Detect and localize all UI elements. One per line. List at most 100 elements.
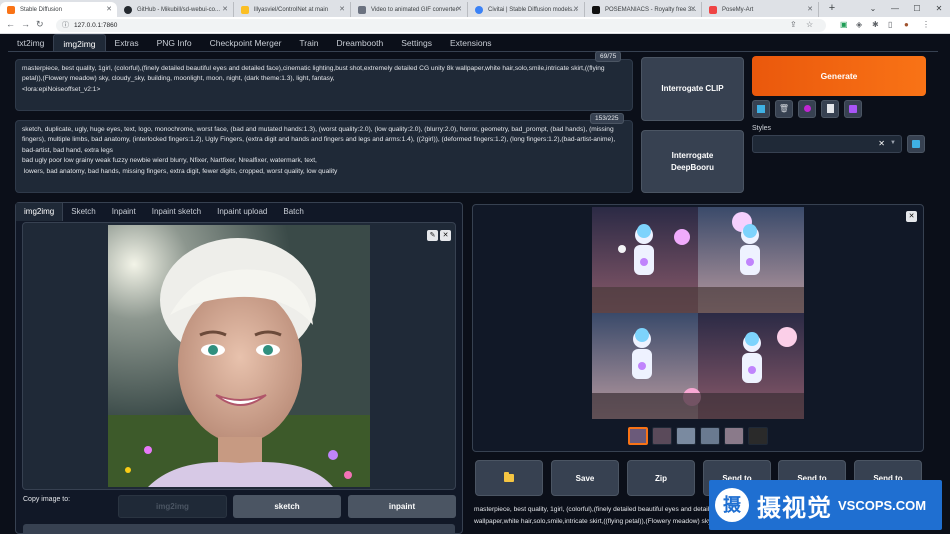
prompt-token-counter: 69/75 — [595, 51, 622, 62]
styles-label: Styles — [752, 125, 772, 132]
scrollbar-track[interactable] — [940, 34, 950, 534]
posemyart-icon — [709, 6, 717, 14]
edit-icon[interactable]: ✎ — [427, 230, 438, 241]
tab-img2img[interactable]: img2img — [53, 34, 106, 52]
tab-title: PoseMy-Art — [722, 6, 754, 13]
subtab-inpaint-upload[interactable]: Inpaint upload — [209, 203, 275, 221]
favicon-icon — [7, 6, 15, 14]
tab-title: Civitai | Stable Diffusion models... — [488, 6, 578, 13]
browser-tab-gif-converter[interactable]: Video to animated GIF converter ✕ — [351, 2, 468, 17]
zip-button[interactable]: Zip — [627, 460, 695, 496]
tab-checkpoint-merger[interactable]: Checkpoint Merger — [201, 34, 291, 52]
info-icon[interactable]: ⓘ — [62, 19, 69, 32]
back-icon[interactable]: ← — [6, 19, 15, 29]
negative-prompt-token-counter: 153/225 — [590, 113, 624, 124]
address-bar-row: ← → ↻ ⓘ 127.0.0.1:7860 ⇪ ☆ ▣ ◈ ✱ ▯ ● ⋮ — [0, 17, 950, 34]
styles-dropdown[interactable]: ✕ ▼ — [752, 135, 902, 153]
close-tab-icon[interactable]: ✕ — [456, 5, 462, 13]
subtab-inpaint-sketch[interactable]: Inpaint sketch — [144, 203, 209, 221]
tab-extensions[interactable]: Extensions — [441, 34, 501, 52]
subtab-inpaint[interactable]: Inpaint — [104, 203, 144, 221]
save-style-icon[interactable] — [844, 100, 862, 118]
close-tab-icon[interactable]: ✕ — [573, 5, 579, 13]
gallery-thumbnail[interactable] — [748, 427, 768, 445]
close-tab-icon[interactable]: ✕ — [690, 5, 696, 13]
browser-tab-bar: Stable Diffusion ✕ GitHub - Mikubill/sd-… — [0, 0, 950, 17]
close-tab-icon[interactable]: ✕ — [106, 5, 112, 13]
browser-tab-controlnet[interactable]: lllyasviel/ControlNet at main ✕ — [234, 2, 351, 17]
copy-to-inpaint-button[interactable]: inpaint — [348, 495, 456, 518]
copy-to-inpaint-sketch-button[interactable] — [23, 524, 455, 534]
browser-tab-posemyart[interactable]: PoseMy-Art ✕ — [702, 2, 819, 17]
interrogate-deepbooru-button[interactable]: Interrogate DeepBooru — [641, 130, 744, 193]
tab-png-info[interactable]: PNG Info — [148, 34, 201, 52]
puzzle-icon[interactable]: ✱ — [872, 20, 879, 29]
close-window-icon[interactable]: ✕ — [928, 0, 950, 17]
minimize-icon[interactable]: — — [884, 0, 906, 17]
watermark: 摄 摄视觉 VSCOPS.COM — [709, 480, 942, 530]
ezgif-icon — [358, 6, 366, 14]
tab-extras[interactable]: Extras — [106, 34, 148, 52]
prompt-textarea[interactable]: masterpiece, best quality, 1girl, (color… — [15, 59, 633, 111]
bookmark-star-icon[interactable]: ☆ — [806, 20, 813, 29]
window-controls: ⌄ — ☐ ✕ — [862, 0, 950, 17]
clipboard-icon[interactable] — [821, 100, 839, 118]
maximize-icon[interactable]: ☐ — [906, 0, 928, 17]
sidebar-icon[interactable]: ▯ — [888, 20, 892, 29]
menu-icon[interactable]: ⋮ — [922, 20, 930, 29]
close-tab-icon[interactable]: ✕ — [807, 5, 813, 13]
tab-search-icon[interactable]: ⌄ — [862, 0, 884, 17]
close-tab-icon[interactable]: ✕ — [222, 5, 228, 13]
reload-icon[interactable]: ↻ — [36, 19, 44, 30]
tab-train[interactable]: Train — [290, 34, 327, 52]
extension-icon[interactable]: ◈ — [856, 20, 862, 29]
share-icon[interactable]: ⇪ — [790, 20, 797, 29]
gallery-thumbnail[interactable] — [628, 427, 648, 445]
copy-to-img2img-button[interactable]: img2img — [118, 495, 227, 518]
close-tab-icon[interactable]: ✕ — [339, 5, 345, 13]
close-icon[interactable]: ✕ — [440, 230, 451, 241]
url-text: 127.0.0.1:7860 — [74, 22, 118, 29]
subtab-sketch[interactable]: Sketch — [63, 203, 103, 221]
watermark-cn-text: 摄视觉 — [757, 494, 832, 522]
tab-txt2img[interactable]: txt2img — [8, 34, 53, 52]
chevron-down-icon: ▼ — [890, 140, 896, 146]
paint-icon[interactable] — [752, 100, 770, 118]
gallery-thumbnail[interactable] — [652, 427, 672, 445]
tab-settings[interactable]: Settings — [392, 34, 441, 52]
posemaniacs-icon — [592, 6, 600, 14]
gallery-thumbnail[interactable] — [724, 427, 744, 445]
negative-prompt-textarea[interactable]: sketch, duplicate, ugly, huge eyes, text… — [15, 120, 633, 193]
close-gallery-icon[interactable]: ✕ — [906, 211, 917, 222]
subtab-batch[interactable]: Batch — [275, 203, 311, 221]
generate-button[interactable]: Generate — [752, 56, 926, 96]
new-tab-button[interactable]: + — [825, 2, 839, 16]
tab-title: Stable Diffusion — [20, 6, 62, 13]
browser-tab-posemaniacs[interactable]: POSEMANIACS - Royalty free 3... ✕ — [585, 2, 702, 17]
trash-icon[interactable]: 🗑 — [775, 100, 793, 118]
browser-tab-github[interactable]: GitHub - Mikubill/sd-webui-co... ✕ — [117, 2, 234, 17]
apply-style-button[interactable] — [907, 135, 925, 153]
gallery-thumbnail[interactable] — [700, 427, 720, 445]
input-portrait-image — [108, 225, 370, 487]
forward-icon[interactable]: → — [21, 19, 30, 29]
browser-tab-stable-diffusion[interactable]: Stable Diffusion ✕ — [0, 2, 117, 17]
browser-tab-civitai[interactable]: Civitai | Stable Diffusion models... ✕ — [468, 2, 585, 17]
folder-icon — [504, 472, 514, 482]
save-button[interactable]: Save — [551, 460, 619, 496]
output-image-grid[interactable] — [592, 207, 804, 419]
extra-networks-icon[interactable] — [798, 100, 816, 118]
gallery-thumbnails — [628, 427, 768, 445]
watermark-en-text: VSCOPS.COM — [838, 497, 927, 513]
subtab-img2img[interactable]: img2img — [16, 203, 64, 221]
extension-icon[interactable]: ▣ — [840, 20, 848, 29]
clear-icon[interactable]: ✕ — [878, 139, 885, 148]
copy-to-sketch-button[interactable]: sketch — [233, 495, 341, 518]
open-folder-button[interactable] — [475, 460, 543, 496]
url-field[interactable]: ⓘ 127.0.0.1:7860 — [56, 19, 826, 32]
tab-dreambooth[interactable]: Dreambooth — [327, 34, 392, 52]
profile-avatar[interactable]: ● — [904, 20, 909, 29]
interrogate-clip-button[interactable]: Interrogate CLIP — [641, 57, 744, 121]
gallery-thumbnail[interactable] — [676, 427, 696, 445]
civitai-icon — [475, 6, 483, 14]
